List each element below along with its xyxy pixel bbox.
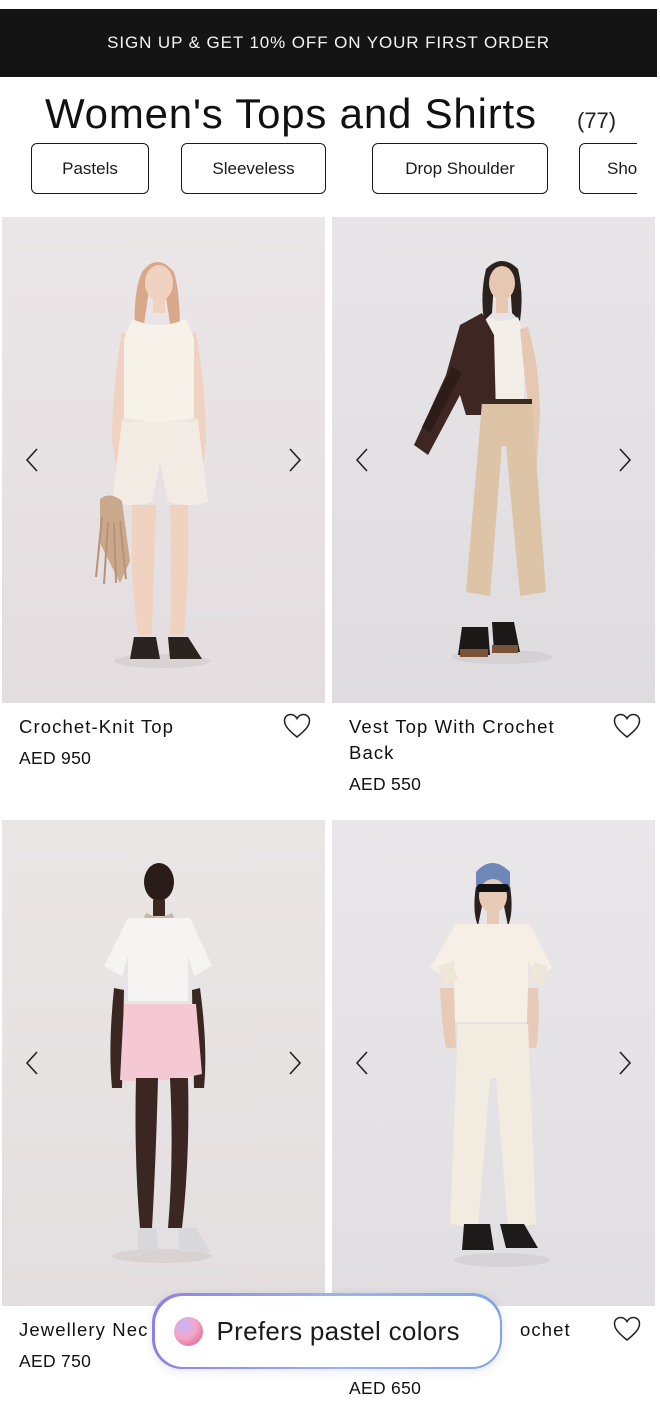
chevron-left-icon[interactable] [20,1050,44,1076]
model-photo [2,217,325,703]
product-price: AED 550 [349,774,422,794]
chevron-right-icon[interactable] [283,1050,307,1076]
filter-chip-pastels[interactable]: Pastels [31,143,149,194]
chevron-right-icon[interactable] [613,1050,637,1076]
product-price: AED 950 [19,748,92,768]
product-price: AED 750 [19,1351,92,1371]
chevron-right-icon[interactable] [613,447,637,473]
product-info: Crochet-Knit Top AED 950 [2,703,325,813]
result-count: (77) [577,108,617,133]
product-card[interactable]: Crochet-Knit Top AED 950 [2,217,325,813]
product-image[interactable] [332,217,655,703]
ai-suggestion-text: Prefers pastel colors [216,1315,460,1346]
product-image[interactable] [2,820,325,1306]
product-image[interactable] [332,820,655,1306]
filter-chip-short[interactable]: Sho [579,143,637,194]
model-photo [2,820,325,1306]
chevron-left-icon[interactable] [350,447,374,473]
heart-outline-icon[interactable] [283,713,311,739]
page-title: Women's Tops and Shirts [45,90,537,137]
product-price: AED 650 [349,1378,422,1398]
model-photo [332,217,655,703]
chevron-left-icon[interactable] [350,1050,374,1076]
ai-suggestion-pill[interactable]: Prefers pastel colors [152,1293,502,1369]
product-card[interactable]: Vest Top With Crochet Back AED 550 [332,217,655,813]
filter-chips: Pastels Sleeveless Drop Shoulder Sho [0,143,637,194]
promo-banner[interactable]: SIGN UP & GET 10% OFF ON YOUR FIRST ORDE… [0,9,657,77]
product-name[interactable]: Vest Top With Crochet Back [349,714,599,766]
heart-outline-icon[interactable] [613,1316,641,1342]
ai-orb-icon [173,1316,203,1346]
heart-outline-icon[interactable] [613,713,641,739]
model-photo [332,820,655,1306]
chevron-right-icon[interactable] [283,447,307,473]
filter-chip-sleeveless[interactable]: Sleeveless [181,143,326,194]
product-info: Vest Top With Crochet Back AED 550 [332,703,655,813]
page-header: Women's Tops and Shirts (77) [0,84,660,142]
filter-chip-drop-shoulder[interactable]: Drop Shoulder [372,143,548,194]
promo-text: SIGN UP & GET 10% OFF ON YOUR FIRST ORDE… [107,33,550,52]
product-name[interactable]: Crochet-Knit Top [19,714,269,740]
ai-suggestion-content: Prefers pastel colors [154,1295,500,1367]
chevron-left-icon[interactable] [20,447,44,473]
product-image[interactable] [2,217,325,703]
